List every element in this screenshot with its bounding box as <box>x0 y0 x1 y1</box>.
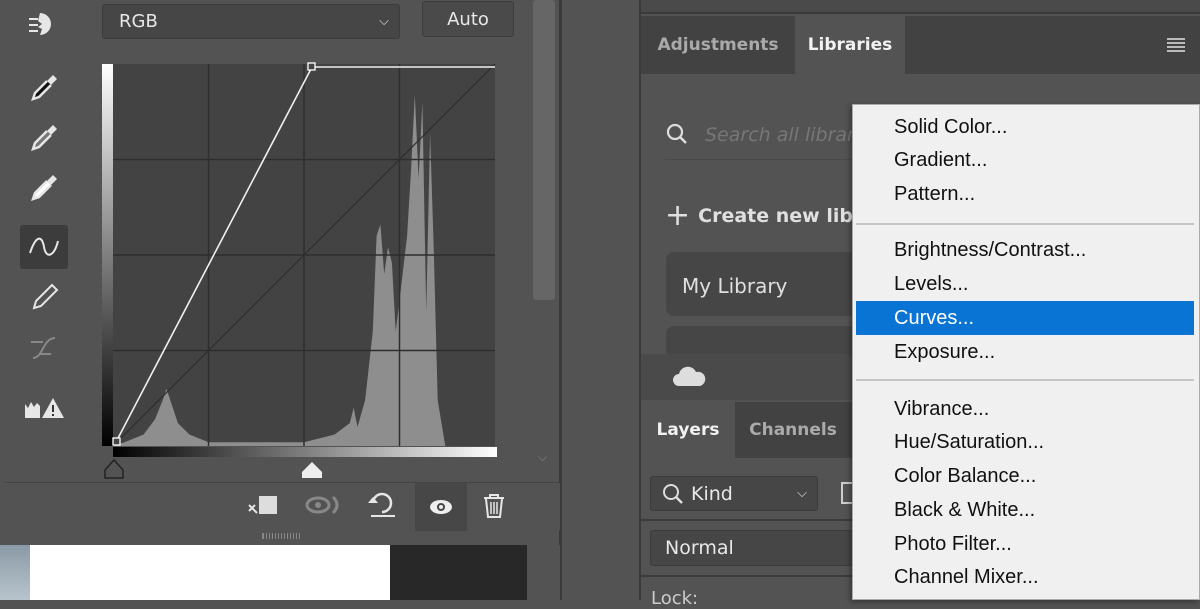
search-icon <box>663 483 683 504</box>
panel-resize-grip[interactable] <box>262 533 300 539</box>
trash-icon[interactable] <box>481 491 507 525</box>
curve-points-icon[interactable] <box>20 225 68 269</box>
tab-libraries[interactable]: Libraries <box>795 16 905 74</box>
gray-point-eyedropper-icon[interactable] <box>20 116 68 160</box>
panel-divider <box>560 0 641 600</box>
menu-item[interactable]: Vibrance... <box>856 392 1194 426</box>
menu-item[interactable]: Channel Mixer... <box>856 560 1194 594</box>
adjustment-layer-menu: Solid Color... Gradient... Pattern... Brigh… <box>852 104 1200 600</box>
tab-bar: Adjustments Libraries <box>641 16 1200 74</box>
menu-item[interactable]: Exposure... <box>856 335 1194 369</box>
chevron-down-icon: ⌵ <box>797 486 807 501</box>
menu-item[interactable]: Hue/Saturation... <box>856 425 1194 459</box>
cloud-icon[interactable] <box>673 366 707 388</box>
layer-filter-dropdown[interactable]: Kind ⌵ <box>650 476 818 511</box>
menu-separator <box>856 379 1194 381</box>
tab-layers[interactable]: Layers <box>641 402 735 458</box>
chevron-down-icon: ⌵ <box>379 14 389 29</box>
on-image-adjust-icon[interactable] <box>20 2 68 46</box>
menu-item[interactable]: Gradient... <box>856 143 1194 177</box>
properties-curves-panel: RGB ⌵ Auto ⌵ <box>0 0 560 545</box>
scrollbar-thumb[interactable] <box>533 0 555 300</box>
scroll-down-icon[interactable]: ⌵ <box>538 450 547 465</box>
smooth-icon[interactable] <box>20 326 68 370</box>
menu-item[interactable]: Photo Filter... <box>856 527 1194 561</box>
auto-button[interactable]: Auto <box>422 1 514 37</box>
clip-to-layer-icon[interactable] <box>245 491 281 525</box>
curves-graph[interactable] <box>95 55 505 485</box>
output-gradient <box>102 64 113 446</box>
blend-mode-dropdown[interactable]: Normal <box>650 530 870 566</box>
black-input-slider <box>104 458 124 479</box>
reset-icon[interactable] <box>365 491 399 525</box>
menu-item[interactable]: Curves... <box>856 301 1194 335</box>
pencil-icon[interactable] <box>20 276 68 320</box>
canvas-background <box>390 545 527 600</box>
view-previous-icon[interactable] <box>303 491 343 525</box>
menu-item[interactable]: Levels... <box>856 267 1194 301</box>
white-point-eyedropper-icon[interactable] <box>20 166 68 210</box>
curve-point <box>112 437 121 446</box>
plus-icon: + <box>665 198 691 233</box>
document-canvas <box>30 545 390 600</box>
menu-item[interactable]: Black & White... <box>856 493 1194 527</box>
input-gradient <box>113 447 497 457</box>
properties-footer <box>5 482 560 531</box>
visibility-toggle[interactable] <box>415 483 467 531</box>
canvas-image-edge <box>0 545 30 600</box>
clipping-warning-icon[interactable] <box>20 386 68 430</box>
menu-separator <box>856 223 1194 225</box>
channel-value: RGB <box>119 11 158 32</box>
curve-point <box>307 62 316 71</box>
menu-item[interactable]: Brightness/Contrast... <box>856 233 1194 267</box>
channel-dropdown[interactable]: RGB ⌵ <box>102 4 400 39</box>
menu-item[interactable]: Color Balance... <box>856 459 1194 493</box>
tab-channels[interactable]: Channels <box>735 402 851 458</box>
filter-value: Kind <box>691 482 733 505</box>
create-library-button[interactable]: + Create new libr <box>665 198 862 233</box>
menu-item[interactable]: Pattern... <box>856 177 1194 211</box>
gray-input-slider <box>302 462 322 478</box>
search-icon <box>666 123 687 144</box>
tab-adjustments[interactable]: Adjustments <box>641 16 795 74</box>
panel-menu-icon[interactable] <box>1167 38 1185 52</box>
menu-item[interactable]: Solid Color... <box>856 110 1194 144</box>
visibility-eye-icon <box>430 500 452 514</box>
black-point-eyedropper-icon[interactable] <box>20 66 68 110</box>
create-library-label: Create new libr <box>698 204 863 227</box>
lock-label: Lock: <box>651 588 699 609</box>
search-placeholder: Search all librar <box>705 123 855 146</box>
